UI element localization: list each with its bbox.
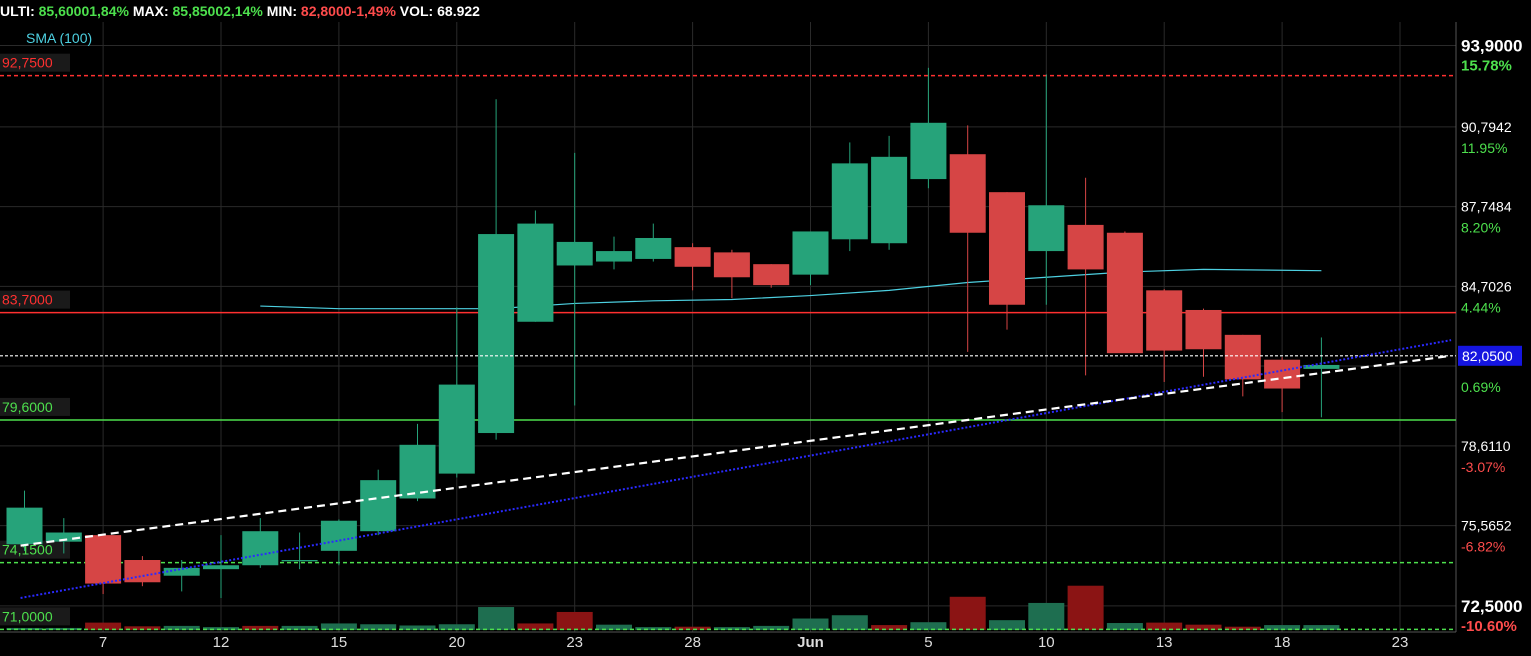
candle-body	[203, 565, 239, 570]
percent-axis-label: 0.69%	[1461, 379, 1501, 395]
price-axis-label: 93,9000	[1461, 37, 1522, 56]
min-change: -1,49%	[351, 3, 396, 19]
time-axis-label: 23	[566, 634, 583, 651]
percent-axis-label: -10.60%	[1461, 618, 1517, 635]
price-level-label[interactable]: 79,6000	[2, 399, 53, 415]
time-axis-label: 12	[213, 634, 230, 651]
max-change: 2,14%	[223, 3, 263, 19]
candle-body	[674, 247, 711, 267]
candle-body	[85, 535, 122, 584]
candle-body	[163, 567, 200, 576]
candle-body	[517, 223, 554, 322]
candle-body	[6, 507, 43, 545]
time-axis-label: 28	[684, 634, 701, 651]
candle-body	[1067, 224, 1104, 270]
time-axis-label: 7	[99, 634, 107, 651]
time-axis-label: 5	[924, 634, 932, 651]
min-label: MIN:	[266, 3, 298, 19]
candle-body	[596, 251, 632, 262]
volume-bar	[989, 620, 1025, 630]
min-value: 82,8000	[300, 3, 352, 19]
price-axis-label: 78,6110	[1461, 438, 1511, 454]
price-axis-label: 87,7484	[1461, 199, 1512, 215]
vol-value: 68.922	[437, 3, 480, 19]
candle-body	[281, 560, 318, 562]
max-value: 85,8500	[172, 3, 224, 19]
time-axis-label: 10	[1038, 634, 1055, 651]
percent-axis-label: -6.82%	[1461, 539, 1505, 555]
price-axis-label: 75,5652	[1461, 518, 1512, 534]
price-axis-label: 84,7026	[1461, 278, 1512, 294]
candle-body	[713, 252, 750, 278]
candle-body	[1224, 334, 1261, 380]
volume-bar	[949, 596, 986, 630]
percent-axis-label: 15.78%	[1461, 58, 1512, 75]
volume-bar	[1028, 602, 1065, 630]
last-change: 1,84%	[89, 3, 129, 19]
volume-bar	[556, 611, 593, 630]
time-axis-label: 13	[1156, 634, 1173, 651]
candle-body	[478, 234, 515, 434]
candle-body	[910, 122, 947, 180]
candle-body	[1185, 309, 1222, 350]
price-axis-label: 90,7942	[1461, 119, 1512, 135]
percent-axis-label: 11.95%	[1461, 140, 1507, 156]
quote-header: ULTI: 85,60001,84% MAX: 85,85002,14% MIN…	[0, 0, 480, 22]
candle-body	[949, 154, 986, 233]
volume-bar	[1067, 585, 1104, 630]
candle-body	[635, 237, 672, 259]
candle-body	[753, 264, 790, 286]
max-label: MAX:	[132, 3, 169, 19]
candle-body	[1264, 359, 1301, 389]
volume-bar	[478, 607, 515, 630]
time-axis-label: Jun	[797, 634, 824, 651]
time-axis-label: 20	[448, 634, 465, 651]
candle-body	[242, 531, 279, 566]
time-axis-label: 18	[1274, 634, 1291, 651]
last-value: 85,6000	[38, 3, 90, 19]
last-label: ULTI:	[0, 3, 35, 19]
candle-body	[124, 560, 161, 583]
price-level-label[interactable]: 71,0000	[2, 608, 53, 624]
candle-body	[360, 480, 397, 532]
candlestick-chart[interactable]: 92,750083,700079,600074,150071,000093,90…	[0, 0, 1531, 656]
percent-axis-label: -3.07%	[1461, 459, 1505, 475]
candle-body	[1028, 205, 1065, 252]
candle-body	[871, 156, 908, 244]
trend-line-white[interactable]	[20, 354, 1452, 547]
volume-bar	[792, 618, 829, 630]
candle-body	[831, 163, 868, 240]
candle-body	[556, 241, 593, 266]
percent-axis-label: 4.44%	[1461, 299, 1501, 315]
percent-axis-label: 8.20%	[1461, 220, 1501, 236]
vol-label: VOL:	[399, 3, 434, 19]
price-axis-label: 72,5000	[1461, 597, 1522, 616]
candle-body	[438, 384, 475, 474]
volume-bar	[831, 615, 868, 630]
candle-body	[320, 520, 357, 551]
price-level-label[interactable]: 92,7500	[2, 55, 53, 71]
price-level-label[interactable]: 83,7000	[2, 292, 53, 308]
candle-body	[1146, 290, 1183, 351]
current-price-label: 82,0500	[1462, 348, 1513, 364]
time-axis-label: 23	[1392, 634, 1409, 651]
candle-body	[989, 192, 1025, 305]
time-axis-label: 15	[331, 634, 348, 651]
candle-body	[792, 231, 829, 275]
candle-body	[399, 444, 436, 499]
candle-body	[1106, 232, 1143, 354]
sma-indicator-label[interactable]: SMA (100)	[26, 30, 92, 46]
